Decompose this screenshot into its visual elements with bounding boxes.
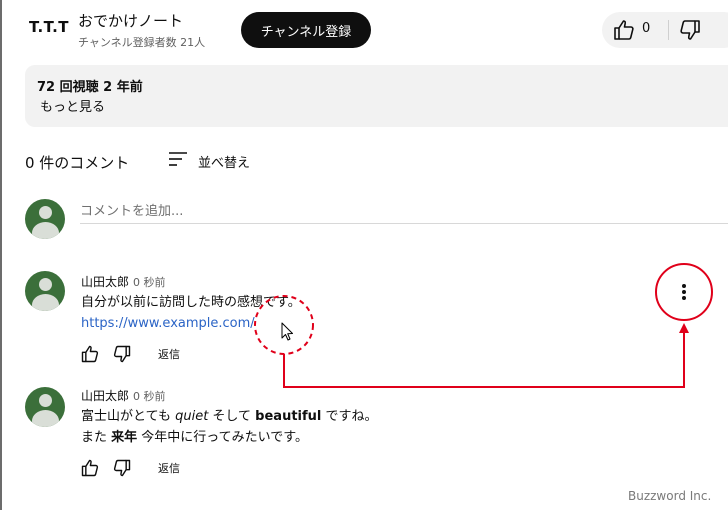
comment-time[interactable]: 0 秒前 xyxy=(133,276,166,289)
window-left-edge xyxy=(0,0,2,510)
sort-label: 並べ替え xyxy=(198,155,251,171)
comment-actions: 返信 xyxy=(80,458,180,478)
comment-input[interactable] xyxy=(80,199,728,224)
thumbs-up-icon[interactable] xyxy=(80,344,100,364)
like-count: 0 xyxy=(642,21,651,36)
reply-button[interactable]: 返信 xyxy=(158,346,180,362)
view-count-age: 72 回視聴 2 年前 xyxy=(37,80,143,95)
comment-line-2: また 来年 今年中に行ってみたいです。 xyxy=(81,430,308,445)
comment-menu-button[interactable] xyxy=(674,282,694,302)
comment-author-line: 山田太郎 0 秒前 xyxy=(81,387,166,404)
comment-count: 0 件のコメント xyxy=(25,154,130,172)
channel-name[interactable]: おでかけノート xyxy=(78,10,183,31)
comment-author[interactable]: 山田太郎 xyxy=(81,275,129,289)
thumbs-up-icon[interactable] xyxy=(80,458,100,478)
avatar xyxy=(25,199,65,239)
reply-button[interactable]: 返信 xyxy=(158,460,180,476)
more-vert-icon xyxy=(682,284,686,288)
show-more-link[interactable]: もっと見る xyxy=(40,96,105,115)
comment-line-1: 富士山がとても quiet そして beautiful ですね。 xyxy=(81,409,378,424)
like-divider xyxy=(668,20,669,40)
comment-time[interactable]: 0 秒前 xyxy=(133,390,166,403)
avatar[interactable] xyxy=(25,387,65,427)
like-dislike-group: 0 xyxy=(602,12,728,48)
annotation-arrow-line xyxy=(283,331,685,388)
channel-logo[interactable]: T.T.T xyxy=(29,18,69,36)
comment-author-line: 山田太郎 0 秒前 xyxy=(81,273,166,290)
sort-icon xyxy=(168,151,188,171)
comment-link[interactable]: https://www.example.com/ xyxy=(81,316,255,331)
watermark: Buzzword Inc. xyxy=(628,489,712,503)
comment-body: 自分が以前に訪問した時の感想です。 https://www.example.co… xyxy=(81,292,301,334)
annotation-arrow-head xyxy=(679,323,689,333)
comment-body: 富士山がとても quiet そして beautiful ですね。 また 来年 今… xyxy=(81,406,378,448)
mouse-cursor-icon xyxy=(281,322,293,341)
avatar[interactable] xyxy=(25,271,65,311)
description-box[interactable]: 72 回視聴 2 年前 もっと見る xyxy=(25,65,728,127)
comment-text: 自分が以前に訪問した時の感想です。 xyxy=(81,295,301,310)
thumbs-down-icon[interactable] xyxy=(112,344,132,364)
subscriber-count: チャンネル登録者数 21人 xyxy=(78,36,206,49)
comment-author[interactable]: 山田太郎 xyxy=(81,389,129,403)
sort-button[interactable]: 並べ替え xyxy=(168,151,250,171)
subscribe-button[interactable]: チャンネル登録 xyxy=(241,12,371,48)
comment-actions: 返信 xyxy=(80,344,180,364)
thumbs-up-icon[interactable] xyxy=(612,18,636,46)
thumbs-down-icon[interactable] xyxy=(678,18,702,46)
thumbs-down-icon[interactable] xyxy=(112,458,132,478)
